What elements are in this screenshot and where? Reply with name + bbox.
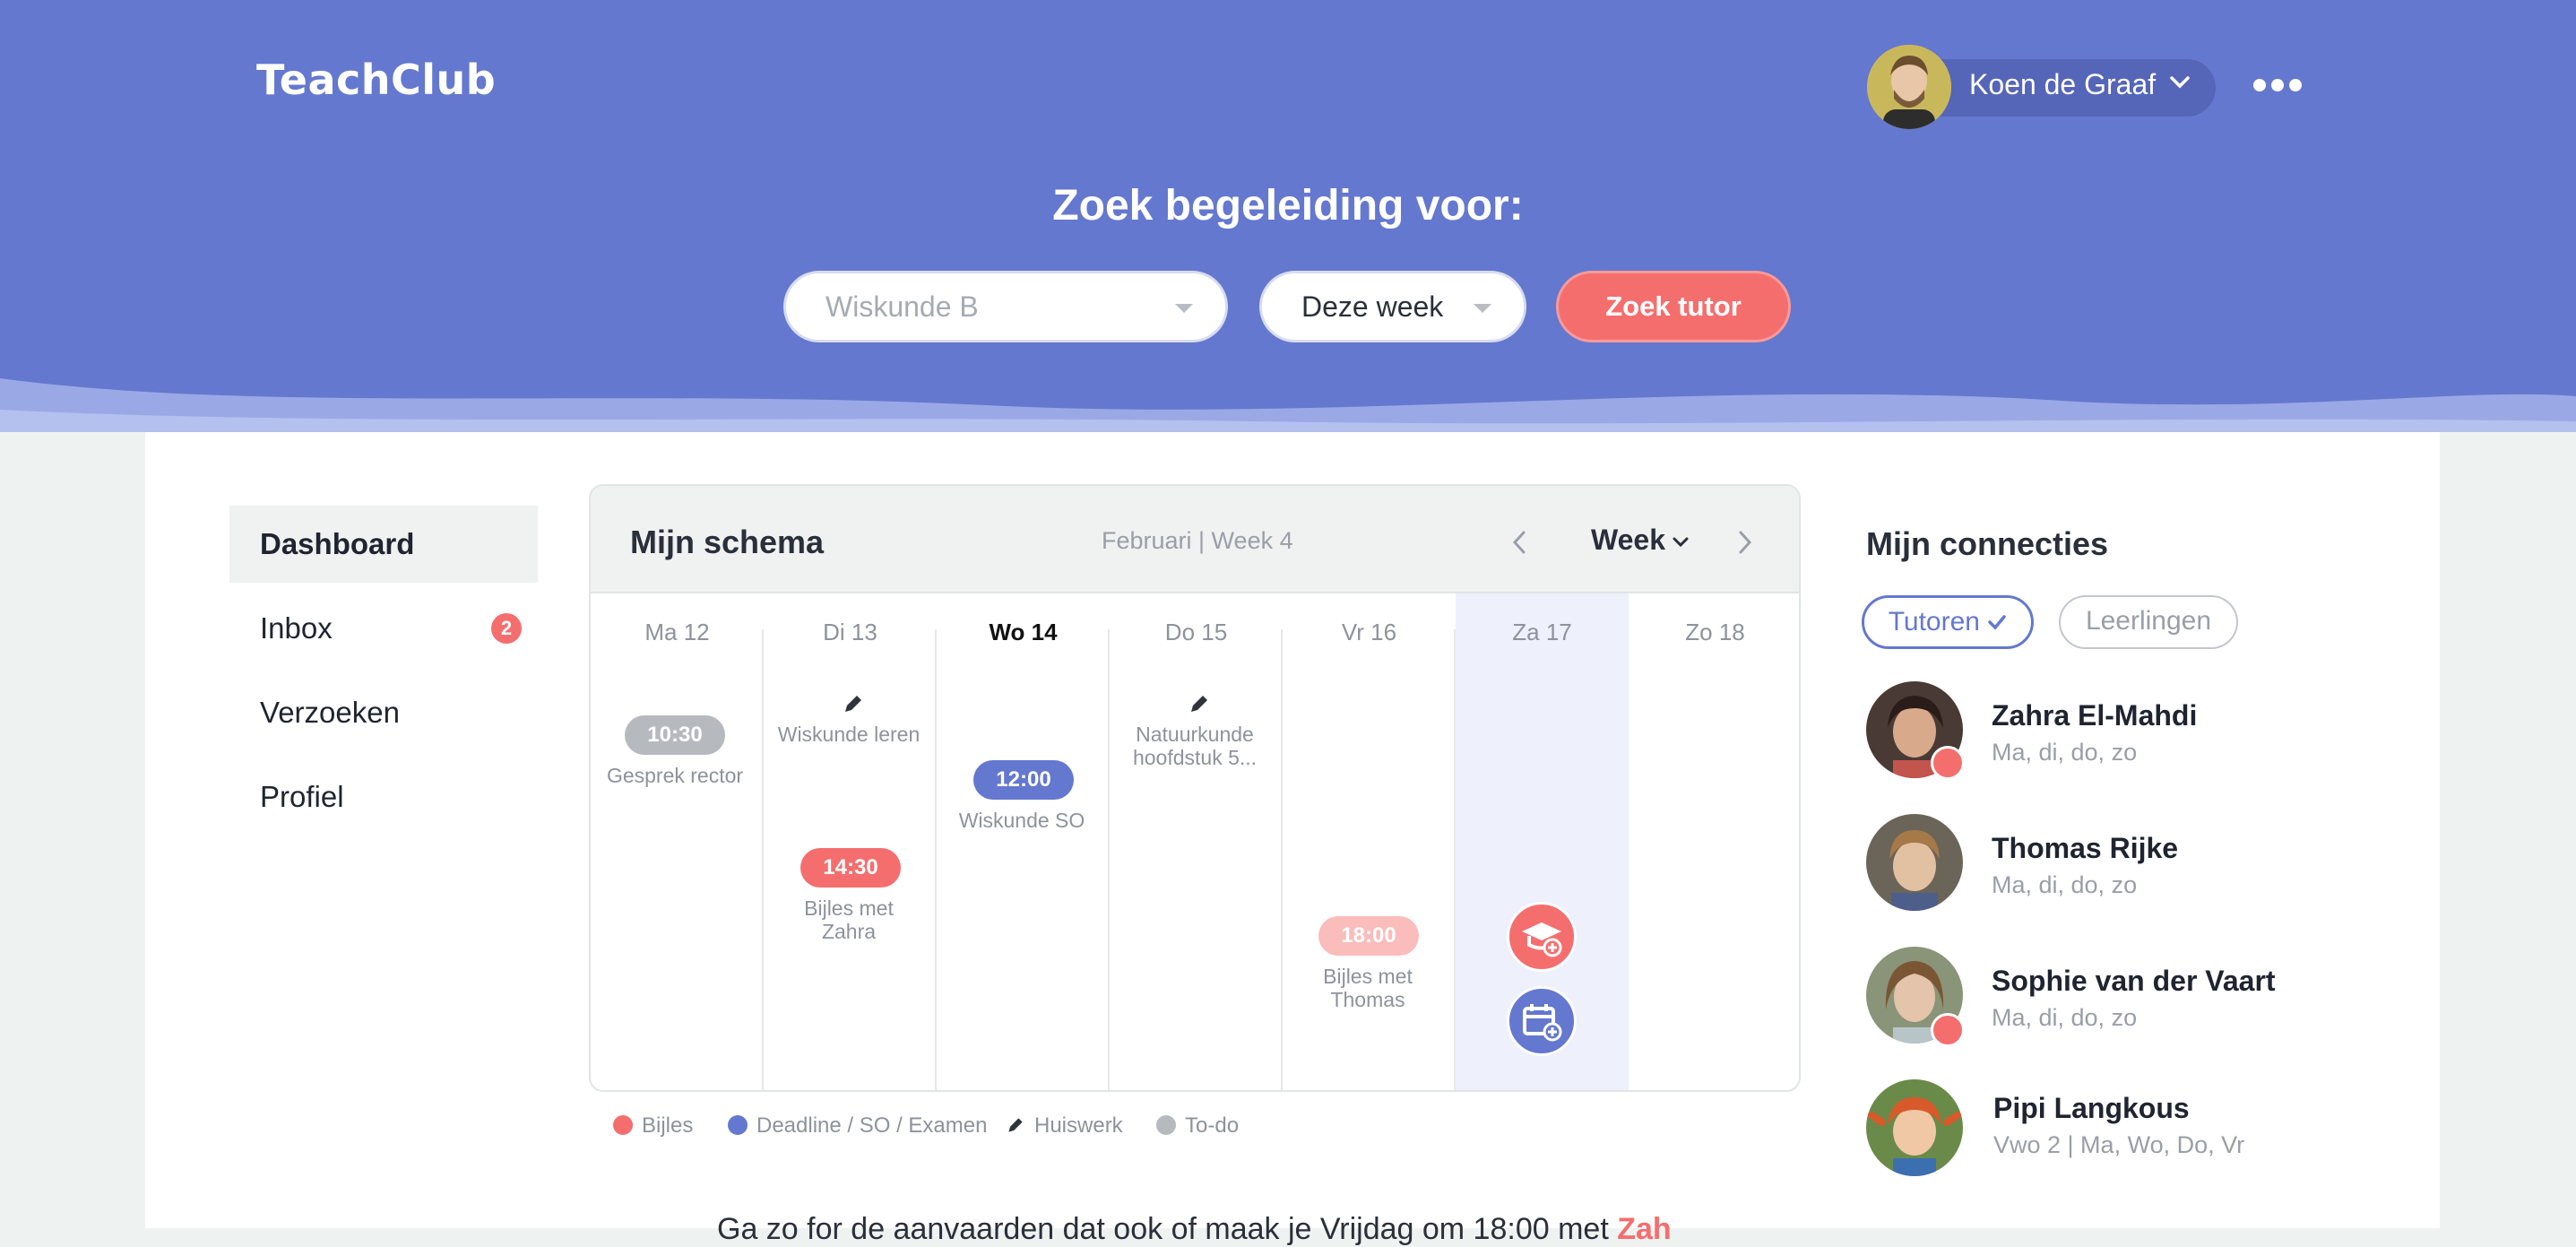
graduation-cap-add-icon	[1522, 922, 1562, 957]
legend-item-deadline: Deadline / SO / Examen	[728, 1113, 987, 1139]
event-label: Gesprek rector	[606, 764, 744, 787]
schedule-period: Februari | Week 4	[1102, 527, 1293, 554]
connection-availability: Vwo 2 | Ma, Wo, Do, Vr	[1993, 1131, 2245, 1158]
event-label: Zahra	[821, 920, 877, 943]
star-badge-icon	[1931, 1013, 1965, 1047]
search-tutor-button[interactable]: Zoek tutor	[1556, 271, 1791, 342]
more-menu-icon[interactable]	[2253, 79, 2307, 96]
legend-item-todo: To-do	[1156, 1113, 1239, 1139]
day-label: Zo 18	[1685, 619, 1745, 645]
period-select-value: Deze week	[1301, 290, 1444, 323]
legend-item-huiswerk: Huiswerk	[1006, 1113, 1123, 1139]
lesson-time-badge[interactable]: 18:00	[1318, 916, 1419, 956]
pencil-icon	[1008, 1118, 1023, 1132]
tab-label: Leerlingen	[2085, 606, 2212, 636]
caret-down-icon	[1175, 304, 1193, 313]
day-label: Ma 12	[644, 619, 710, 645]
sidebar-item-inbox[interactable]: Inbox 2	[229, 590, 538, 667]
schedule-panel: Mijn schema Februari | Week 4 Week Ma 12…	[589, 484, 1801, 1092]
legend-label: To-do	[1185, 1113, 1240, 1138]
legend-label: Bijles	[642, 1113, 694, 1138]
view-select-value: Week	[1591, 524, 1666, 556]
connection-name[interactable]: Sophie van der Vaart	[1992, 965, 2276, 998]
teachclub-logo[interactable]: TeachClub	[256, 56, 496, 104]
deadline-dot-icon	[728, 1115, 748, 1135]
day-column-wo[interactable]: Wo 14	[937, 593, 1110, 1090]
deadline-time-badge[interactable]: 12:00	[973, 760, 1074, 800]
calendar-add-icon	[1523, 1004, 1562, 1042]
upcoming-notice: Ga zo for de aanvaarden dat ook of maak …	[717, 1212, 1672, 1247]
chevron-down-icon	[1673, 537, 1689, 547]
day-column-di[interactable]: Di 13	[764, 593, 937, 1090]
lesson-dot-icon	[613, 1115, 633, 1135]
connections-title: Mijn connecties	[1866, 525, 2109, 562]
period-select[interactable]: Deze week	[1259, 271, 1526, 342]
chevron-down-icon[interactable]	[2169, 75, 2191, 90]
chevron-right-icon[interactable]	[1736, 529, 1754, 556]
inbox-count-badge: 2	[491, 613, 522, 644]
todo-time-badge[interactable]: 10:30	[625, 715, 725, 755]
add-lesson-button[interactable]	[1507, 902, 1577, 972]
day-column-ma[interactable]: Ma 12	[591, 593, 764, 1090]
day-column-zo[interactable]: Zo 18	[1629, 593, 1799, 1090]
event-label: Wiskunde SO	[958, 809, 1085, 832]
day-label: Vr 16	[1341, 619, 1397, 645]
event-label: Bijles met	[1323, 965, 1413, 988]
legend-label: Huiswerk	[1034, 1113, 1123, 1138]
homework-label[interactable]: hoofdstuk 5...	[1110, 746, 1280, 769]
homework-label[interactable]: Natuurkunde	[1110, 723, 1280, 746]
sidebar-item-label: Dashboard	[260, 527, 415, 560]
day-column-vr[interactable]: Vr 16	[1283, 593, 1456, 1090]
sidebar-item-profiel[interactable]: Profiel	[229, 758, 538, 836]
sidebar-item-dashboard[interactable]: Dashboard	[229, 506, 538, 583]
connection-name[interactable]: Thomas Rijke	[1992, 832, 2178, 865]
pencil-icon	[845, 696, 861, 712]
sidebar-item-label: Inbox	[260, 611, 333, 645]
pencil-icon	[1191, 696, 1207, 712]
connection-name[interactable]: Zahra El-Mahdi	[1992, 699, 2197, 732]
connection-availability: Ma, di, do, zo	[1992, 1004, 2138, 1031]
upcoming-notice-text: Ga zo for de aanvaarden dat ook of maak …	[717, 1212, 1609, 1246]
legend-item-bijles: Bijles	[613, 1113, 693, 1139]
sidebar-item-label: Profiel	[260, 780, 344, 813]
view-select[interactable]: Week	[1591, 524, 1689, 557]
sidebar-item-label: Verzoeken	[260, 696, 400, 729]
day-label: Za 17	[1512, 619, 1572, 645]
tab-label: Tutoren	[1888, 607, 1980, 636]
user-name[interactable]: Koen de Graaf	[1969, 68, 2156, 101]
connection-name[interactable]: Pipi Langkous	[1993, 1092, 2190, 1125]
day-label: Di 13	[823, 619, 877, 645]
wave-decoration	[0, 378, 2576, 432]
subject-select[interactable]: Wiskunde B	[783, 271, 1228, 342]
upcoming-notice-highlight[interactable]: Zah	[1617, 1212, 1671, 1246]
connection-availability: Ma, di, do, zo	[1992, 739, 2138, 766]
caret-down-icon	[1474, 304, 1491, 313]
schedule-title: Mijn schema	[630, 524, 825, 560]
add-deadline-button[interactable]	[1507, 986, 1577, 1056]
tab-students[interactable]: Leerlingen	[2059, 595, 2238, 649]
user-avatar[interactable]	[1867, 45, 1951, 129]
avatar[interactable]	[1866, 814, 1963, 911]
sidebar-item-verzoeken[interactable]: Verzoeken	[229, 674, 538, 751]
avatar[interactable]	[1866, 1079, 1963, 1176]
homework-label[interactable]: Wiskunde leren	[764, 723, 934, 746]
tab-tutors[interactable]: Tutoren	[1862, 595, 2034, 649]
connection-availability: Ma, di, do, zo	[1992, 871, 2138, 898]
day-column-do[interactable]: Do 15	[1110, 593, 1283, 1090]
day-label-today: Wo 14	[989, 619, 1058, 645]
todo-dot-icon	[1156, 1115, 1176, 1135]
star-badge-icon	[1931, 746, 1965, 780]
day-label: Do 15	[1164, 619, 1228, 645]
check-icon	[1988, 615, 2007, 630]
schedule-header: Mijn schema Februari | Week 4 Week	[591, 486, 1799, 593]
event-label: Bijles met	[804, 896, 894, 920]
event-label: Thomas	[1330, 988, 1405, 1011]
chevron-left-icon[interactable]	[1510, 529, 1528, 556]
search-title: Zoek begeleiding voor:	[1052, 182, 1524, 229]
lesson-time-badge[interactable]: 14:30	[800, 848, 901, 888]
legend-label: Deadline / SO / Examen	[756, 1113, 988, 1138]
subject-select-value: Wiskunde B	[826, 290, 979, 323]
